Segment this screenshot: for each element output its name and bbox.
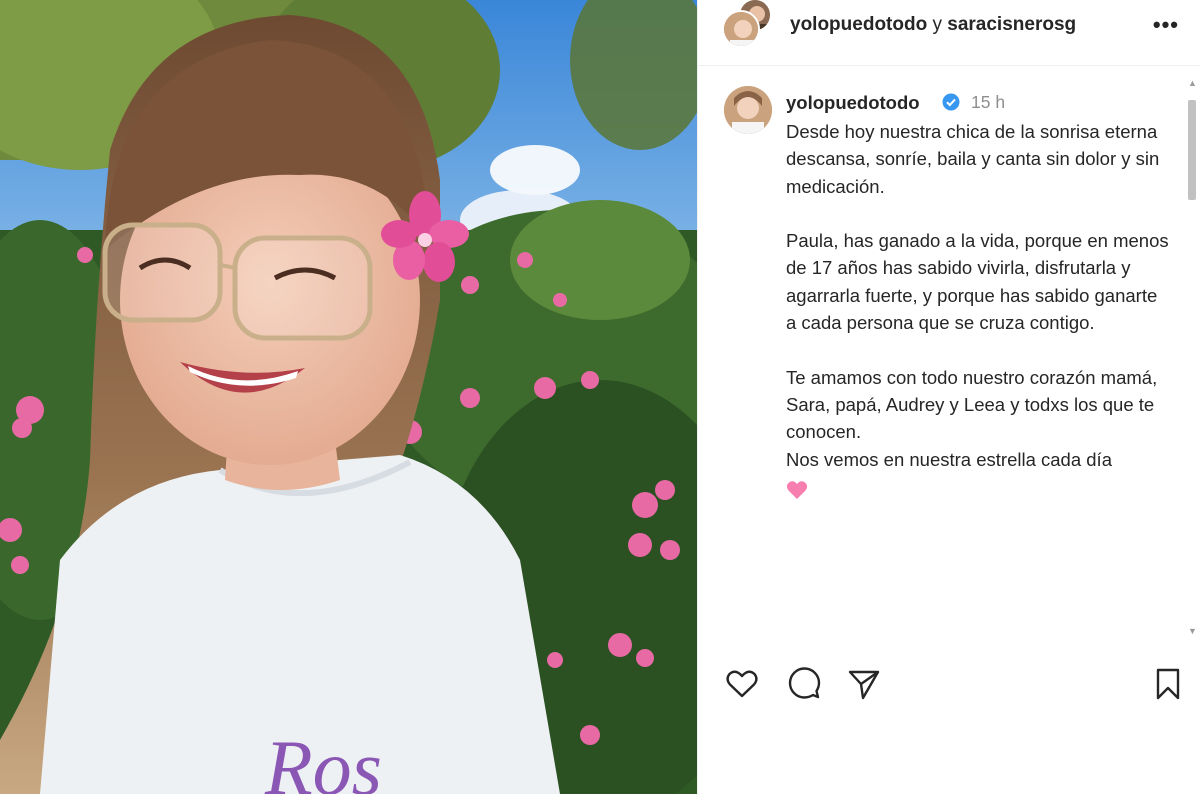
save-button[interactable] (1150, 666, 1186, 702)
pink-heart-icon (786, 481, 808, 499)
post-photo[interactable]: Ros (0, 0, 697, 794)
bookmark-icon (1156, 668, 1180, 700)
author-username[interactable]: yolopuedotodo (790, 14, 927, 35)
post-detail-panel: yolopuedotodo y saracisnerosg ••• yolopu… (697, 0, 1200, 794)
heart-outline-icon (726, 670, 758, 698)
post-header-title: yolopuedotodo y saracisnerosg (790, 14, 1076, 36)
share-button[interactable] (846, 666, 882, 702)
scroll-down-icon[interactable]: ▼ (1188, 626, 1197, 636)
comment-button[interactable] (786, 666, 822, 702)
sweater-print-text: Ros (264, 724, 382, 794)
caption-paragraph: Paula, has ganado a la vida, porque en m… (786, 230, 1169, 334)
collaborator-username[interactable]: saracisnerosg (947, 14, 1076, 35)
caption-avatar[interactable] (724, 86, 772, 134)
header-connector: y (932, 14, 942, 35)
caption-username[interactable]: yolopuedotodo (786, 92, 920, 114)
post-timestamp[interactable]: 15 h (971, 92, 1005, 113)
speech-bubble-icon (788, 667, 821, 699)
caption-scrollbar[interactable]: ▲ ▼ (1186, 78, 1198, 640)
collab-avatars[interactable] (722, 0, 774, 50)
like-button[interactable] (724, 666, 760, 702)
caption-text: Desde hoy nuestra chica de la sonrisa et… (786, 118, 1171, 500)
caption-paragraph: Te amamos con todo nuestro corazón mamá,… (786, 366, 1158, 443)
scroll-up-icon[interactable]: ▲ (1188, 78, 1197, 88)
photo-illustration: Ros (0, 0, 697, 794)
author-avatar[interactable] (722, 10, 760, 48)
paper-plane-icon (848, 670, 880, 700)
post-actions (698, 660, 1200, 710)
caption-paragraph: Nos vemos en nuestra estrella cada día (786, 448, 1112, 470)
verified-badge-icon (942, 93, 960, 111)
more-options-icon[interactable]: ••• (1153, 12, 1179, 38)
scroll-thumb[interactable] (1188, 100, 1196, 200)
post-header: yolopuedotodo y saracisnerosg ••• (698, 0, 1200, 66)
caption-paragraph: Desde hoy nuestra chica de la sonrisa et… (786, 121, 1160, 197)
